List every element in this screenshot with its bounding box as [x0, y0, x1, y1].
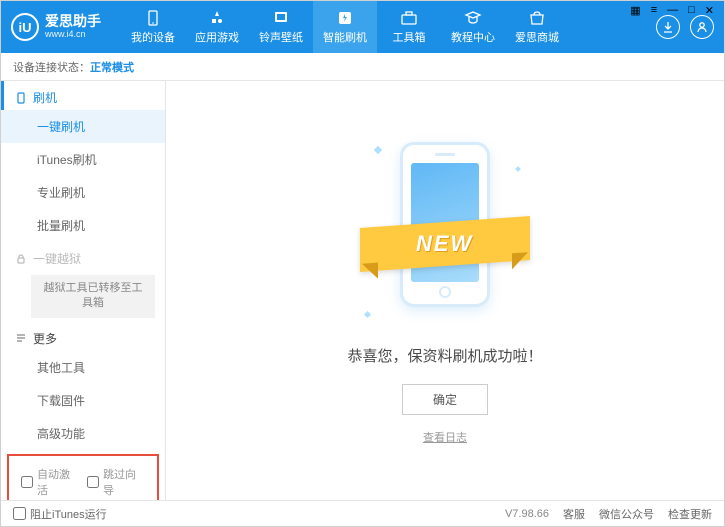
maximize-icon[interactable]: □ — [685, 4, 698, 17]
nav-smart-flash[interactable]: 智能刷机 — [313, 1, 377, 53]
store-icon — [527, 9, 547, 27]
tutorial-icon — [463, 9, 483, 27]
nav-toolbox[interactable]: 工具箱 — [377, 1, 441, 53]
logo-icon: iU — [11, 13, 39, 41]
success-message: 恭喜您，保资料刷机成功啦！ — [347, 345, 542, 366]
sidebar-item-oneclick-flash[interactable]: 一键刷机 — [1, 110, 165, 143]
grid-icon[interactable]: ▦ — [627, 4, 643, 17]
menu-icon[interactable]: ≡ — [648, 4, 660, 17]
nav-apps-games[interactable]: 应用游戏 — [185, 1, 249, 53]
list-icon — [15, 332, 27, 344]
sidebar-item-batch-flash[interactable]: 批量刷机 — [1, 209, 165, 242]
footer-link-update[interactable]: 检查更新 — [668, 506, 712, 522]
auto-activate-input[interactable] — [21, 476, 33, 488]
close-icon[interactable]: ✕ — [702, 4, 717, 17]
download-button[interactable] — [656, 15, 680, 39]
logo-url: www.i4.cn — [45, 30, 101, 40]
sidebar-item-itunes-flash[interactable]: iTunes刷机 — [1, 143, 165, 176]
nav-my-device[interactable]: 我的设备 — [121, 1, 185, 53]
checkbox-highlight-box: 自动激活 跳过向导 — [7, 454, 159, 500]
success-illustration: NEW — [365, 137, 525, 327]
checkbox-auto-activate[interactable]: 自动激活 — [21, 466, 79, 498]
status-mode: 正常模式 — [90, 59, 134, 75]
checkbox-skip-guide[interactable]: 跳过向导 — [87, 466, 145, 498]
logo[interactable]: iU 爱思助手 www.i4.cn — [11, 13, 101, 41]
window-controls: ▦ ≡ ― □ ✕ — [627, 4, 717, 17]
block-itunes-input[interactable] — [13, 507, 26, 520]
jailbreak-note: 越狱工具已转移至工具箱 — [31, 275, 155, 318]
sidebar-section-more[interactable]: 更多 — [1, 322, 165, 351]
header: iU 爱思助手 www.i4.cn 我的设备 应用游戏 铃声壁纸 智能刷机 — [1, 1, 724, 53]
version-label: V7.98.66 — [505, 508, 549, 520]
footer-link-support[interactable]: 客服 — [563, 506, 585, 522]
main-content: NEW 恭喜您，保资料刷机成功啦！ 确定 查看日志 — [166, 81, 724, 500]
skip-guide-input[interactable] — [87, 476, 99, 488]
footer-link-wechat[interactable]: 微信公众号 — [599, 506, 654, 522]
footer: 阻止iTunes运行 V7.98.66 客服 微信公众号 检查更新 — [1, 500, 724, 526]
minimize-icon[interactable]: ― — [664, 4, 681, 17]
nav-tutorials[interactable]: 教程中心 — [441, 1, 505, 53]
sidebar-section-flash[interactable]: 刷机 — [1, 81, 165, 110]
sidebar-item-pro-flash[interactable]: 专业刷机 — [1, 176, 165, 209]
logo-title: 爱思助手 — [45, 14, 101, 29]
device-icon — [143, 9, 163, 27]
apps-icon — [207, 9, 227, 27]
flash-icon — [335, 9, 355, 27]
lock-icon — [15, 253, 27, 265]
status-label: 设备连接状态： — [13, 59, 90, 75]
phone-icon — [15, 92, 27, 104]
user-button[interactable] — [690, 15, 714, 39]
status-bar: 设备连接状态： 正常模式 — [1, 53, 724, 81]
sidebar-section-jailbreak: 一键越狱 — [1, 242, 165, 271]
nav-store[interactable]: 爱思商城 — [505, 1, 569, 53]
sidebar: 刷机 一键刷机 iTunes刷机 专业刷机 批量刷机 一键越狱 越狱工具已转移至… — [1, 81, 166, 500]
confirm-button[interactable]: 确定 — [402, 384, 488, 415]
sidebar-item-download-firmware[interactable]: 下载固件 — [1, 384, 165, 417]
new-ribbon: NEW — [360, 216, 530, 272]
nav-ringtones[interactable]: 铃声壁纸 — [249, 1, 313, 53]
sidebar-item-advanced[interactable]: 高级功能 — [1, 417, 165, 450]
block-itunes-checkbox[interactable]: 阻止iTunes运行 — [13, 506, 107, 522]
ringtone-icon — [271, 9, 291, 27]
toolbox-icon — [399, 9, 419, 27]
sidebar-item-other-tools[interactable]: 其他工具 — [1, 351, 165, 384]
view-log-link[interactable]: 查看日志 — [423, 429, 467, 445]
main-nav: 我的设备 应用游戏 铃声壁纸 智能刷机 工具箱 教程中心 — [121, 1, 656, 53]
